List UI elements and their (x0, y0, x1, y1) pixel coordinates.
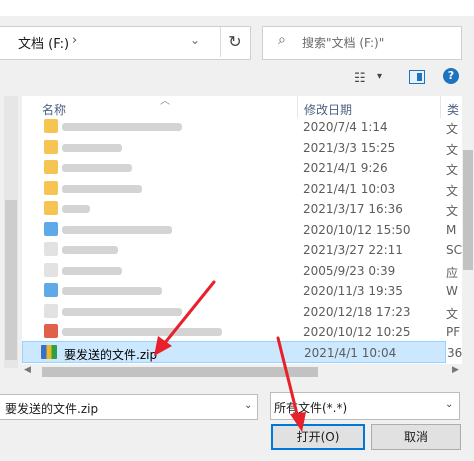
file-modified-date: 2020/11/3 19:35 (303, 284, 403, 298)
file-row-selected[interactable]: 要发送的文件.zip 2021/4/1 10:04 36 (22, 341, 462, 363)
obscured-file-name (62, 123, 182, 131)
file-row[interactable]: 2021/4/1 10:03 文 (22, 178, 458, 200)
obscured-file-name (62, 164, 132, 172)
cancel-button[interactable]: 取消 (371, 424, 461, 450)
file-row[interactable]: 2020/7/4 1:14 文 (22, 116, 458, 138)
view-dropdown-icon[interactable]: ▾ (377, 71, 382, 82)
file-modified-date: 2020/10/12 10:25 (303, 325, 411, 339)
file-name: 要发送的文件.zip (64, 348, 158, 362)
obscured-file-name (62, 287, 162, 295)
obscured-file-name (62, 307, 182, 316)
file-type: 文 (446, 163, 459, 177)
file-row[interactable]: 2005/9/23 0:39 应 (22, 260, 458, 282)
file-type: SC (446, 243, 462, 257)
file-row[interactable]: 2020/10/12 15:50 M (22, 219, 456, 241)
file-modified-date: 2021/4/1 10:03 (303, 181, 396, 196)
column-divider[interactable] (440, 96, 441, 118)
folder-icon (44, 180, 58, 195)
file-type: 文 (446, 306, 459, 321)
file-type: 36 (447, 346, 463, 360)
column-divider[interactable] (297, 96, 298, 118)
file-row[interactable]: 2021/3/3 15:25 文 (22, 137, 458, 159)
obscured-file-name (62, 266, 122, 275)
folder-icon (44, 139, 58, 154)
file-modified-date: 2020/10/12 15:50 (303, 222, 411, 237)
preview-pane-icon[interactable] (409, 70, 425, 84)
file-type: 文 (446, 183, 459, 198)
file-type-value[interactable]: 所有文件(*.*) (274, 399, 347, 416)
file-type-dropdown-icon[interactable]: ⌄ (445, 399, 453, 410)
breadcrumb-separator-icon[interactable]: › (72, 33, 77, 48)
title-area (0, 0, 474, 16)
scroll-right-icon[interactable]: ▶ (452, 365, 459, 375)
file-icon (44, 221, 58, 236)
file-row[interactable]: 2020/12/18 17:23 文 (22, 301, 458, 323)
refresh-button[interactable]: ↻ (220, 27, 249, 57)
file-icon (44, 283, 58, 297)
file-row[interactable]: 2020/10/12 10:25 PF (22, 321, 460, 343)
folder-icon (44, 160, 58, 174)
sort-ascending-icon: ︿ (160, 96, 170, 107)
file-list-vertical-scroll-thumb[interactable] (463, 150, 473, 270)
file-list-horizontal-scroll-thumb[interactable] (42, 367, 318, 377)
file-row[interactable]: 2020/11/3 19:35 W (22, 280, 458, 302)
file-type: PF (446, 325, 461, 339)
file-modified-date: 2005/9/23 0:39 (303, 263, 396, 278)
obscured-file-name (62, 328, 222, 336)
column-header-type[interactable]: 类 (447, 101, 459, 118)
obscured-file-name (62, 225, 172, 234)
file-row[interactable]: 2021/3/17 16:36 文 (22, 198, 458, 220)
view-options-icon[interactable]: ☷ (354, 71, 366, 86)
file-modified-date: 2021/3/27 22:11 (303, 243, 403, 257)
obscured-file-name (62, 205, 90, 213)
address-location[interactable]: 文档 (F:) (18, 33, 69, 52)
navigation-pane-scroll-thumb[interactable] (5, 200, 17, 360)
file-row[interactable]: 2021/3/27 22:11 SC (22, 239, 462, 261)
folder-icon (44, 119, 58, 133)
search-placeholder[interactable]: 搜索"文档 (F:)" (302, 34, 384, 51)
file-type: 文 (446, 204, 459, 218)
address-history-dropdown-icon[interactable]: ⌄ (190, 33, 200, 47)
folder-icon (44, 201, 58, 215)
file-modified-date: 2021/4/1 10:04 (304, 346, 397, 360)
file-modified-date: 2021/3/3 15:25 (303, 140, 396, 155)
obscured-file-name (62, 246, 118, 254)
file-icon (44, 303, 58, 318)
file-modified-date: 2021/3/17 16:36 (303, 202, 403, 216)
obscured-file-name (62, 184, 142, 193)
file-type: M (446, 222, 457, 237)
open-button[interactable]: 打开(O) (271, 424, 365, 450)
search-icon: ⌕ (278, 32, 286, 48)
filename-value[interactable]: 要发送的文件.zip (5, 400, 98, 417)
file-row[interactable]: 2021/4/1 9:26 文 (22, 157, 458, 179)
help-icon[interactable]: ? (443, 68, 459, 84)
filename-dropdown-icon[interactable]: ⌄ (244, 400, 252, 411)
scroll-left-icon[interactable]: ◀ (24, 365, 31, 375)
file-type: 文 (446, 142, 459, 157)
file-icon (44, 324, 58, 338)
file-modified-date: 2020/12/18 17:23 (303, 304, 411, 319)
file-type: 应 (446, 265, 459, 280)
file-modified-date: 2020/7/4 1:14 (303, 120, 388, 134)
file-type: W (446, 284, 458, 298)
file-icon (44, 242, 58, 256)
file-modified-date: 2021/4/1 9:26 (303, 161, 388, 175)
file-icon (44, 262, 58, 277)
obscured-file-name (62, 143, 122, 152)
file-type: 文 (446, 122, 459, 136)
zip-archive-icon (41, 345, 57, 359)
